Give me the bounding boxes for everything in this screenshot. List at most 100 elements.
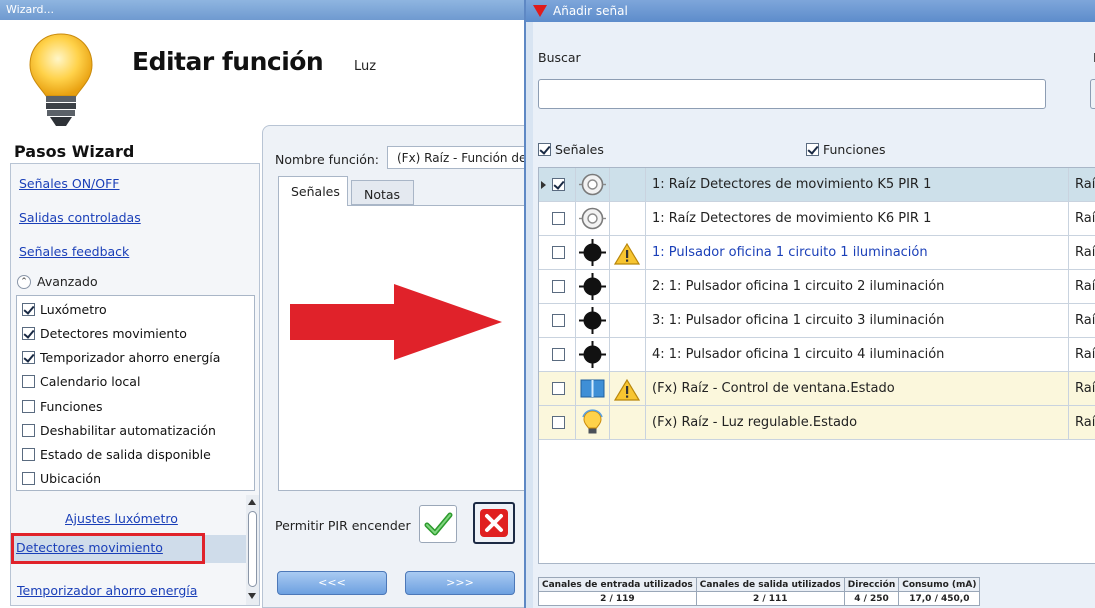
search-label: Buscar: [538, 50, 581, 65]
wizard-titlebar: Wizard...: [0, 0, 532, 20]
row-name: 1: Pulsador oficina 1 circuito 1 ilumina…: [652, 245, 928, 260]
row-origin: Raí: [1075, 177, 1095, 192]
row-checkbox[interactable]: [552, 178, 565, 191]
checkbox[interactable]: [22, 448, 35, 461]
row-origin: Raí: [1075, 245, 1095, 260]
checkbox[interactable]: [22, 400, 35, 413]
next-step-button[interactable]: >>>: [405, 571, 515, 595]
triangle-down-icon: [533, 5, 547, 17]
light-bulb-icon: [29, 33, 93, 126]
row-name: (Fx) Raíz - Luz regulable.Estado: [652, 415, 858, 430]
checkbox[interactable]: [538, 143, 551, 156]
option-detectores-movimiento[interactable]: Detectores movimiento: [22, 323, 254, 345]
table-row[interactable]: 4: 1: Pulsador oficina 1 circuito 4 ilum…: [539, 338, 1095, 372]
row-name: (Fx) Raíz - Control de ventana.Estado: [652, 381, 895, 396]
table-row[interactable]: 3: 1: Pulsador oficina 1 circuito 3 ilum…: [539, 304, 1095, 338]
add-signal-body: Buscar I Señales Funciones 1: Raíz Detec…: [533, 22, 1095, 608]
option-ubicacion[interactable]: Ubicación: [22, 468, 254, 490]
advanced-section-header[interactable]: ⌃ Avanzado: [15, 271, 255, 293]
add-signal-titlebar: Añadir señal: [526, 0, 1095, 22]
checkbox[interactable]: [806, 143, 819, 156]
advanced-label: Avanzado: [37, 274, 98, 289]
usage-value: 2 / 111: [695, 591, 845, 606]
row-checkbox[interactable]: [552, 246, 565, 259]
sub-step-temporizador-ahorro[interactable]: Temporizador ahorro energía: [17, 583, 197, 598]
step-link-salidas-controladas[interactable]: Salidas controladas: [19, 210, 141, 225]
scroll-thumb[interactable]: [248, 511, 257, 587]
warning-icon: [614, 378, 640, 401]
search-input[interactable]: [538, 79, 1046, 109]
row-checkbox[interactable]: [552, 314, 565, 327]
function-name-input[interactable]: (Fx) Raíz - Función de: [387, 146, 532, 169]
add-signal-title: Añadir señal: [553, 4, 628, 18]
pir-enable-yes-button[interactable]: [419, 505, 457, 543]
row-origin: Raí: [1075, 211, 1095, 226]
row-name: 2: 1: Pulsador oficina 1 circuito 2 ilum…: [652, 279, 945, 294]
tab-notas[interactable]: Notas: [351, 180, 414, 205]
row-name: 3: 1: Pulsador oficina 1 circuito 3 ilum…: [652, 313, 945, 328]
pir-enable-label: Permitir PIR encender: [275, 518, 411, 533]
option-funciones[interactable]: Funciones: [22, 396, 254, 418]
pushbutton-icon: [579, 307, 606, 334]
checkbox[interactable]: [22, 303, 35, 316]
checkbox[interactable]: [22, 424, 35, 437]
page-title: Editar función: [132, 47, 324, 76]
option-luxometro[interactable]: Luxómetro: [22, 299, 254, 321]
row-name: 1: Raíz Detectores de movimiento K6 PIR …: [652, 211, 932, 226]
row-checkbox[interactable]: [552, 348, 565, 361]
usage-header: Dirección: [843, 577, 900, 592]
row-origin: Raí: [1075, 347, 1095, 362]
add-signal-window: Añadir señal Buscar I Señales Funciones …: [524, 0, 1095, 608]
step-link-senales-on-off[interactable]: Señales ON/OFF: [19, 176, 119, 191]
pushbutton-icon: [579, 341, 606, 368]
row-checkbox[interactable]: [552, 212, 565, 225]
table-row[interactable]: (Fx) Raíz - Luz regulable.Estado Raí: [539, 406, 1095, 440]
motion-sensor-icon: [579, 207, 606, 230]
checkbox[interactable]: [22, 472, 35, 485]
secondary-input[interactable]: [1090, 79, 1095, 109]
resource-usage-table: Canales de entrada utilizados Canales de…: [538, 577, 981, 606]
usage-value: 2 / 119: [538, 591, 697, 606]
row-checkbox[interactable]: [552, 416, 565, 429]
table-row[interactable]: 2: 1: Pulsador oficina 1 circuito 2 ilum…: [539, 270, 1095, 304]
row-origin: Raí: [1075, 415, 1095, 430]
option-estado-salida[interactable]: Estado de salida disponible: [22, 444, 254, 466]
steps-panel: Señales ON/OFF Salidas controladas Señal…: [10, 163, 260, 606]
step-link-senales-feedback[interactable]: Señales feedback: [19, 244, 129, 259]
wizard-window: Wizard... Editar función Luz Pasos Wizar…: [0, 0, 532, 608]
row-origin: Raí: [1075, 279, 1095, 294]
table-row[interactable]: 1: Raíz Detectores de movimiento K5 PIR …: [539, 168, 1095, 202]
row-checkbox[interactable]: [552, 280, 565, 293]
table-row[interactable]: (Fx) Raíz - Control de ventana.Estado Ra…: [539, 372, 1095, 406]
checkbox[interactable]: [22, 351, 35, 364]
function-name-label: Nombre función:: [275, 152, 380, 167]
close-icon: [480, 509, 508, 537]
option-temporizador-ahorro[interactable]: Temporizador ahorro energía: [22, 347, 254, 369]
table-row[interactable]: 1: Raíz Detectores de movimiento K6 PIR …: [539, 202, 1095, 236]
scroll-down-icon[interactable]: [248, 593, 256, 599]
usage-header: Canales de salida utilizados: [695, 577, 845, 592]
row-checkbox[interactable]: [552, 382, 565, 395]
sub-steps-scrollbar[interactable]: [246, 495, 259, 605]
row-pointer-icon: [541, 181, 546, 189]
usage-value: 4 / 250: [843, 591, 900, 606]
sub-steps-list: Ajustes luxómetro Detectores movimiento …: [11, 495, 259, 605]
red-arrow-annotation: [290, 284, 502, 360]
function-type-label: Luz: [354, 59, 377, 74]
steps-header: Pasos Wizard: [14, 142, 135, 161]
checkbox[interactable]: [22, 375, 35, 388]
previous-step-button[interactable]: <<<: [277, 571, 387, 595]
pir-enable-no-button[interactable]: [473, 502, 515, 544]
checkbox[interactable]: [22, 327, 35, 340]
warning-icon: [614, 242, 640, 265]
window-icon: [580, 379, 605, 398]
sub-step-ajustes-luxometro[interactable]: Ajustes luxómetro: [65, 511, 178, 526]
pushbutton-icon: [579, 239, 606, 266]
option-deshabilitar-automatizacion[interactable]: Deshabilitar automatización: [22, 420, 254, 442]
advanced-options-list: Luxómetro Detectores movimiento Temporiz…: [16, 295, 255, 491]
tab-senales[interactable]: Señales: [278, 176, 348, 206]
chevron-up-icon[interactable]: ⌃: [17, 275, 31, 289]
option-calendario-local[interactable]: Calendario local: [22, 371, 254, 393]
scroll-up-icon[interactable]: [248, 499, 256, 505]
table-row[interactable]: 1: Pulsador oficina 1 circuito 1 ilumina…: [539, 236, 1095, 270]
